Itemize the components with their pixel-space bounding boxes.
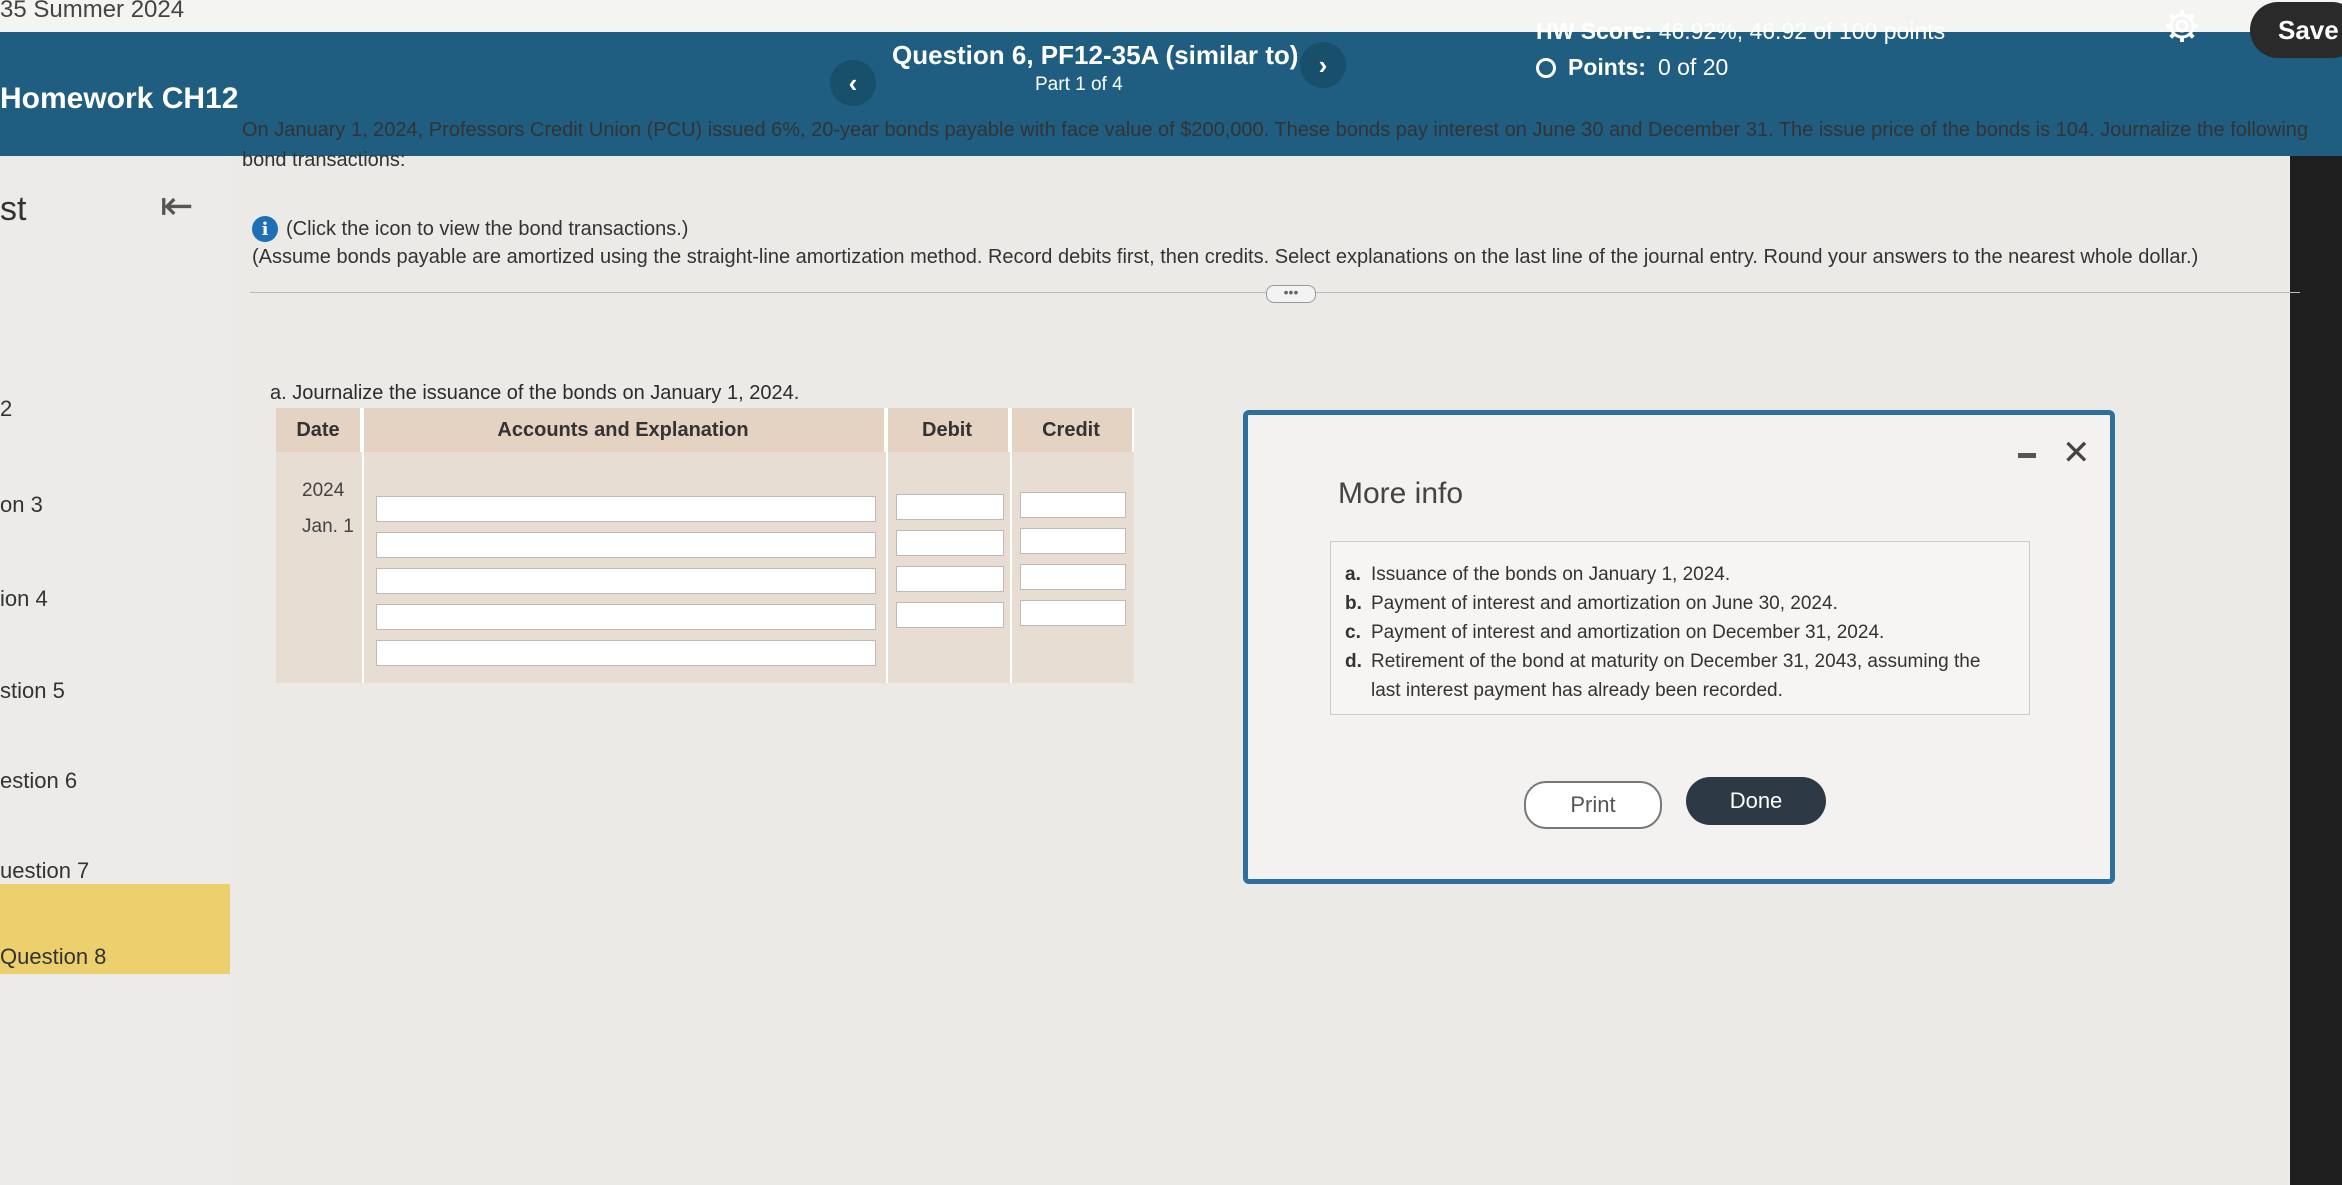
journal-prompt: a. Journalize the issuance of the bonds … <box>270 382 800 404</box>
list-item-text: Payment of interest and amortization on … <box>1371 593 1838 614</box>
more-info-dialog: More info ✕ a. Issuance of the bonds on … <box>1243 410 2115 884</box>
transactions-list: a. Issuance of the bonds on January 1, 2… <box>1330 541 2030 715</box>
journal-table: Date Accounts and Explanation Debit Cred… <box>276 408 1134 683</box>
list-item: d. Retirement of the bond at maturity on… <box>1345 647 2015 705</box>
question-part: Part 1 of 4 <box>1035 74 1123 95</box>
list-item-text: Issuance of the bonds on January 1, 2024… <box>1371 564 1731 585</box>
list-item: c. Payment of interest and amortization … <box>1345 618 2015 647</box>
list-item: b. Payment of interest and amortization … <box>1345 589 2015 618</box>
info-link-text[interactable]: (Click the icon to view the bond transac… <box>286 218 688 241</box>
credit-input-1[interactable] <box>1020 492 1126 518</box>
credit-input-4[interactable] <box>1020 600 1126 626</box>
assumption-text: (Assume bonds payable are amortized usin… <box>252 246 2199 268</box>
problem-text: On January 1, 2024, Professors Credit Un… <box>242 119 2309 171</box>
list-item-letter: d. <box>1345 651 1362 672</box>
chevron-left-icon: ‹ <box>848 67 858 98</box>
journal-year: 2024 <box>302 480 345 501</box>
sidebar-item-question-3[interactable]: on 3 <box>0 492 43 518</box>
sidebar-item-list[interactable]: st <box>0 190 26 229</box>
sidebar-item-question-5[interactable]: stion 5 <box>0 678 65 704</box>
list-item-letter: a. <box>1345 564 1361 585</box>
next-question-button[interactable]: › <box>1300 42 1346 88</box>
credit-input-2[interactable] <box>1020 528 1126 554</box>
homework-title: Homework CH12 <box>0 82 239 115</box>
list-item-text: Payment of interest and amortization on … <box>1371 622 1885 643</box>
account-input-2[interactable] <box>376 532 876 558</box>
account-input-4[interactable] <box>376 604 876 630</box>
points-circle-icon <box>1536 57 1556 78</box>
done-button[interactable]: Done <box>1686 777 1826 825</box>
debit-input-1[interactable] <box>896 494 1004 520</box>
points: Points: 0 of 20 <box>1536 54 1728 81</box>
hw-score: HW Score: 46.92%, 46.92 of 100 points <box>1536 18 1945 45</box>
header-debit: Debit <box>886 408 1010 452</box>
save-button[interactable]: Save <box>2250 2 2342 58</box>
points-value: 0 of 20 <box>1657 54 1729 80</box>
column-divider <box>886 408 888 683</box>
previous-question-button[interactable]: ‹ <box>830 60 876 106</box>
explanation-input[interactable] <box>376 640 876 666</box>
list-item-letter: b. <box>1345 593 1362 614</box>
hw-score-label: HW Score: <box>1536 18 1653 44</box>
account-input-3[interactable] <box>376 568 876 594</box>
list-item: a. Issuance of the bonds on January 1, 2… <box>1345 560 2015 589</box>
chevron-right-icon: › <box>1318 49 1328 80</box>
expand-button[interactable]: ••• <box>1266 285 1316 303</box>
account-input-1[interactable] <box>376 496 876 522</box>
journal-date: Jan. 1 <box>302 516 354 537</box>
top-strip: 35 Summer 2024 <box>0 0 2342 32</box>
sidebar-item-question-7[interactable]: uestion 7 <box>0 858 89 884</box>
header-accounts: Accounts and Explanation <box>362 408 886 452</box>
gear-icon[interactable] <box>2164 8 2200 44</box>
column-divider <box>1010 408 1012 683</box>
points-label: Points: <box>1568 54 1646 80</box>
header-credit: Credit <box>1010 408 1134 452</box>
header-date: Date <box>276 408 362 452</box>
sidebar-item-question-8[interactable]: Question 8 <box>0 944 106 970</box>
column-divider <box>362 408 364 683</box>
collapse-sidebar-icon[interactable]: ⇤ <box>160 183 194 229</box>
list-item-text: Retirement of the bond at maturity on De… <box>1371 651 1981 701</box>
question-title: Question 6, PF12-35A (similar to) <box>892 40 1299 70</box>
debit-input-3[interactable] <box>896 566 1004 592</box>
info-icon[interactable]: i <box>252 216 278 242</box>
debit-input-4[interactable] <box>896 602 1004 628</box>
sidebar-item-question-4[interactable]: ion 4 <box>0 586 48 612</box>
credit-input-3[interactable] <box>1020 564 1126 590</box>
debit-input-2[interactable] <box>896 530 1004 556</box>
print-button[interactable]: Print <box>1524 781 1662 829</box>
close-icon[interactable]: ✕ <box>2062 433 2091 473</box>
minimize-icon[interactable] <box>2018 453 2036 458</box>
sidebar-item-question-6[interactable]: estion 6 <box>0 768 77 794</box>
sidebar-item-question-2[interactable]: 2 <box>0 396 12 422</box>
info-link-line[interactable]: i (Click the icon to view the bond trans… <box>252 216 688 242</box>
dialog-title: More info <box>1338 477 1464 510</box>
right-edge <box>2290 156 2342 1185</box>
list-item-letter: c. <box>1345 622 1361 643</box>
hw-score-value: 46.92%, 46.92 of 100 points <box>1658 18 1946 44</box>
course-title: 35 Summer 2024 <box>0 0 185 23</box>
